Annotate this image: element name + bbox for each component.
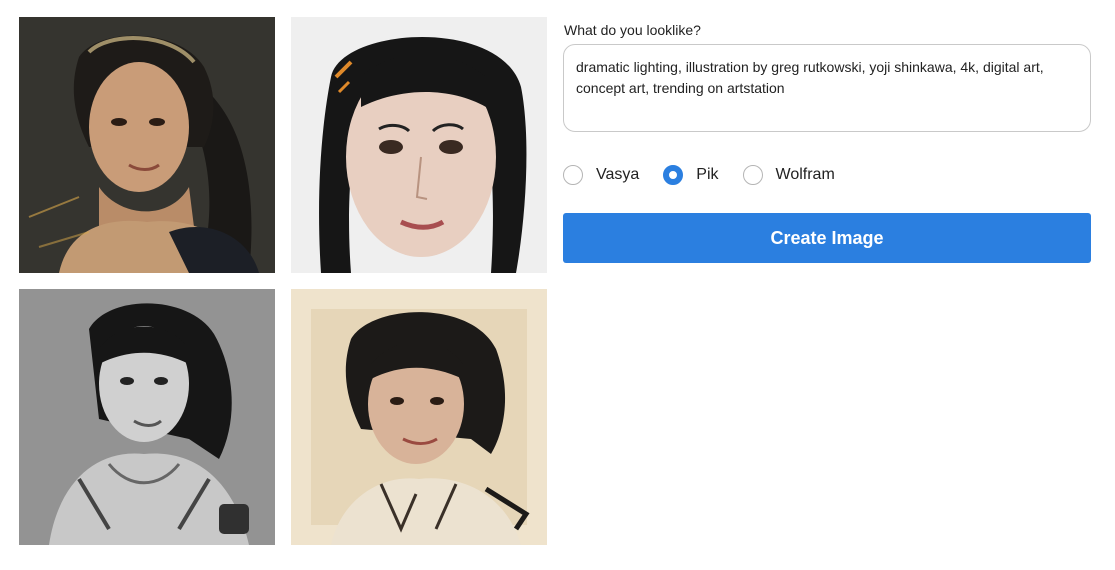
radio-circle-icon[interactable] (742, 165, 763, 185)
generated-image-1[interactable] (19, 17, 275, 273)
portrait-image (19, 17, 275, 273)
radio-label: Vasya (596, 166, 640, 183)
portrait-image (291, 17, 547, 273)
radio-option-vasya[interactable]: Vasya (563, 165, 639, 185)
generated-image-3[interactable] (19, 289, 275, 545)
portrait-image (19, 289, 275, 545)
portrait-image (291, 289, 547, 545)
radio-circle-icon[interactable] (663, 165, 684, 185)
radio-option-wolfram[interactable]: Wolfram (742, 165, 835, 185)
prompt-panel: What do you looklike? Vasya Pik Wolfram … (563, 20, 1091, 263)
radio-circle-icon[interactable] (563, 165, 583, 185)
radio-label: Wolfram (775, 166, 835, 183)
generated-image-4[interactable] (291, 289, 547, 545)
prompt-input[interactable] (563, 44, 1091, 132)
radio-label: Pik (696, 166, 719, 183)
radio-option-pik[interactable]: Pik (663, 165, 719, 185)
image-gallery (19, 17, 547, 545)
create-image-button[interactable]: Create Image (563, 213, 1091, 263)
style-radio-group: Vasya Pik Wolfram (563, 161, 1091, 189)
generated-image-2[interactable] (291, 17, 547, 273)
prompt-label: What do you looklike? (564, 22, 701, 38)
